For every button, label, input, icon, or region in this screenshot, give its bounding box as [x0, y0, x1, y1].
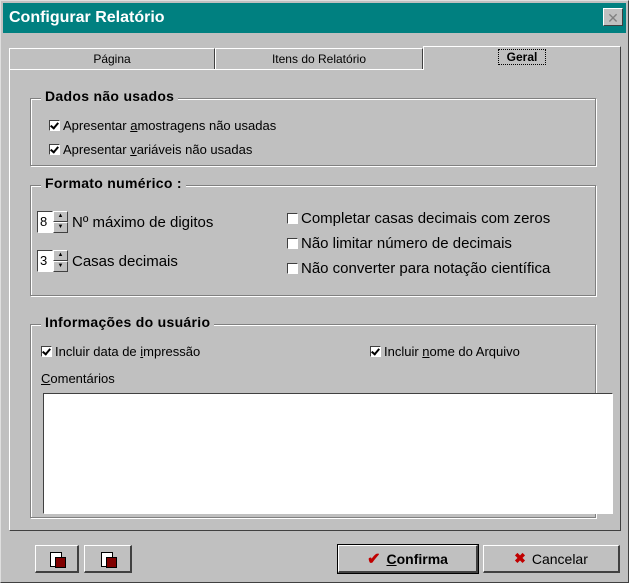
checkbox-box[interactable] — [41, 346, 52, 357]
max-digits-value[interactable]: 8 — [37, 211, 53, 233]
confirm-label: Confirma — [386, 550, 448, 567]
close-icon: ✕ — [607, 10, 619, 26]
group-dados-nao-usados: Dados não usados Apresentar amostragens … — [30, 88, 596, 166]
max-digits-spinner[interactable]: 8 ▲ ▼ Nº máximo de digitos — [37, 211, 213, 233]
title-bar[interactable]: Configurar Relatório ✕ — [3, 3, 626, 33]
window-title: Configurar Relatório — [9, 9, 165, 26]
tab-panel-geral: Dados não usados Apresentar amostragens … — [9, 69, 621, 531]
tab-geral[interactable]: Geral — [423, 46, 621, 70]
checkbox-include-file-name[interactable]: Incluir nome do Arquivo — [370, 344, 520, 359]
checkmark-icon: ✔ — [367, 550, 381, 568]
tab-label: Itens do Relatório — [271, 52, 367, 66]
tool-button-2[interactable] — [84, 545, 132, 573]
checkbox-label: Não limitar número de decimais — [301, 235, 512, 252]
spinner-buttons: ▲ ▼ — [53, 211, 68, 233]
tab-label: Página — [93, 52, 131, 66]
spinner-buttons: ▲ ▼ — [53, 250, 68, 272]
checkbox-label: Completar casas decimais com zeros — [301, 210, 551, 227]
document-icon — [100, 551, 117, 568]
checkbox-include-print-date[interactable]: Incluir data de impressão — [41, 344, 200, 359]
decimals-value[interactable]: 3 — [37, 250, 53, 272]
checkbox-box[interactable] — [287, 213, 298, 224]
document-icon — [49, 551, 66, 568]
decimals-label: Casas decimais — [72, 252, 178, 270]
group-legend: Formato numérico : — [41, 175, 186, 191]
spin-down-icon[interactable]: ▼ — [53, 222, 68, 233]
tab-pagina[interactable]: Página — [9, 48, 215, 69]
configurar-relatorio-dialog: Configurar Relatório ✕ Página Itens do R… — [0, 0, 629, 583]
checkbox-no-scientific-notation[interactable]: Não converter para notação científica — [287, 260, 550, 277]
checkbox-label: Apresentar amostragens não usadas — [63, 118, 277, 133]
spin-up-icon[interactable]: ▲ — [53, 211, 68, 222]
checkbox-label: Não converter para notação científica — [301, 260, 551, 277]
cancel-button[interactable]: ✖ Cancelar — [483, 545, 620, 573]
close-button[interactable]: ✕ — [603, 8, 623, 26]
confirm-button[interactable]: ✔ Confirma — [337, 544, 479, 574]
checkbox-box[interactable] — [370, 346, 381, 357]
group-legend: Dados não usados — [41, 88, 179, 104]
checkbox-box[interactable] — [287, 238, 298, 249]
checkbox-label: Apresentar variáveis não usadas — [63, 142, 253, 157]
decimals-spinner[interactable]: 3 ▲ ▼ Casas decimais — [37, 250, 178, 272]
comments-textarea[interactable] — [43, 393, 613, 514]
tab-label: Geral — [497, 49, 547, 65]
group-informacoes-usuario: Informações do usuário Incluir data de i… — [30, 314, 613, 518]
tab-bar: Página Itens do Relatório Geral — [9, 46, 621, 70]
checkbox-label: Incluir data de impressão — [55, 344, 201, 359]
spin-down-icon[interactable]: ▼ — [53, 261, 68, 272]
bottom-toolbar: ✔ Confirma ✖ Cancelar — [3, 539, 626, 581]
cancel-x-icon: ✖ — [514, 550, 526, 566]
checkbox-show-unused-samples[interactable]: Apresentar amostragens não usadas — [49, 118, 276, 133]
checkbox-unlimited-decimals[interactable]: Não limitar número de decimais — [287, 235, 512, 252]
checkbox-box[interactable] — [49, 144, 60, 155]
group-legend: Informações do usuário — [41, 314, 215, 330]
group-formato-numerico: Formato numérico : 8 ▲ ▼ Nº máximo de di… — [30, 175, 596, 296]
checkbox-label: Incluir nome do Arquivo — [384, 344, 520, 359]
checkbox-pad-decimals-zeros[interactable]: Completar casas decimais com zeros — [287, 210, 550, 227]
checkbox-box[interactable] — [49, 120, 60, 131]
tool-button-1[interactable] — [35, 545, 79, 573]
tab-itens-relatorio[interactable]: Itens do Relatório — [215, 48, 423, 69]
comments-label: Comentários — [41, 371, 115, 386]
cancel-label: Cancelar — [531, 550, 588, 567]
max-digits-label: Nº máximo de digitos — [72, 213, 214, 231]
checkbox-show-unused-variables[interactable]: Apresentar variáveis não usadas — [49, 142, 252, 157]
checkbox-box[interactable] — [287, 263, 298, 274]
spin-up-icon[interactable]: ▲ — [53, 250, 68, 261]
